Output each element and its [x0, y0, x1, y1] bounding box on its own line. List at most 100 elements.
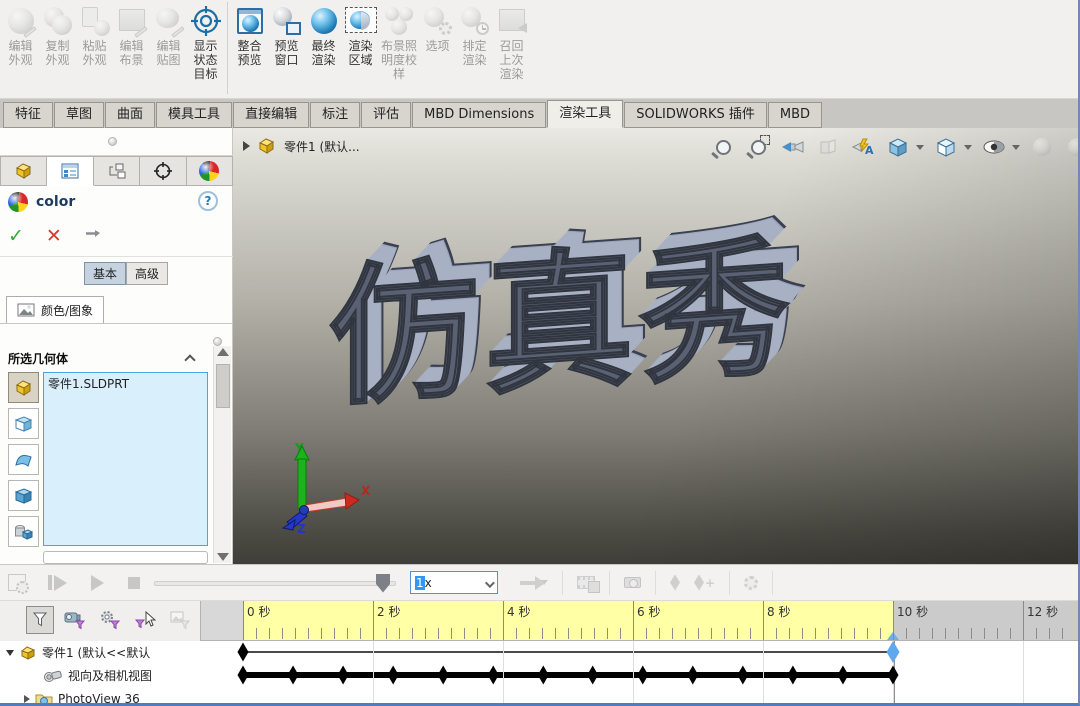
command-tab-1[interactable]: 特征 [3, 102, 53, 128]
tab-color-image[interactable]: 颜色/图象 [6, 296, 104, 323]
ribbon-button-label: 选项 [421, 39, 454, 53]
3d-model-text[interactable]: 仿真秀 [329, 226, 888, 415]
scroll-up-arrow[interactable] [217, 348, 229, 356]
combo-chevron-icon[interactable] [485, 578, 495, 588]
slider-thumb[interactable] [376, 574, 390, 593]
tab-featuremanager[interactable] [0, 156, 47, 186]
ribbon-button-render-region[interactable]: 渲染 区域 [342, 2, 379, 68]
tab-displaymanager[interactable] [187, 156, 233, 186]
command-tab-6[interactable]: 标注 [310, 102, 360, 128]
tab-dimxpertmanager[interactable] [140, 156, 186, 186]
tab-configurationmanager[interactable] [94, 156, 140, 186]
tab-advanced[interactable]: 高级 [126, 262, 168, 285]
key-point[interactable] [538, 666, 549, 685]
key-point[interactable] [587, 666, 598, 685]
key-point[interactable] [687, 666, 698, 685]
dynamic-annotation-views-icon[interactable]: A [850, 134, 876, 160]
key-point[interactable] [888, 666, 899, 685]
scroll-down-arrow[interactable] [217, 553, 229, 561]
integrated-preview-icon [234, 5, 266, 37]
propertymanager-icon [60, 162, 80, 180]
collapse-group-chevron[interactable] [184, 354, 195, 365]
ribbon-button-final-render[interactable]: 最终 渲染 [305, 2, 342, 68]
key-point[interactable] [288, 666, 299, 685]
view-orientation-dropdown-icon[interactable] [916, 145, 924, 150]
pin-icon[interactable] [84, 229, 102, 243]
zoom-to-fit-icon[interactable] [710, 134, 736, 160]
display-style-icon[interactable] [933, 134, 959, 160]
playback-speed-select[interactable]: 1x [410, 571, 498, 594]
panel-scrollbar[interactable] [213, 346, 231, 563]
expand-tree-icon[interactable] [243, 141, 250, 151]
key-point[interactable] [837, 666, 848, 685]
key-point[interactable] [438, 666, 449, 685]
divider [0, 323, 233, 324]
key-point[interactable] [388, 666, 399, 685]
filter-face-button[interactable] [8, 408, 39, 439]
key-point[interactable] [787, 666, 798, 685]
ribbon-button-integrated-preview[interactable]: 整合 预览 [231, 2, 268, 68]
orientation-triad: Y X Z [263, 440, 373, 535]
filter-all-icon[interactable] [26, 606, 54, 634]
selected-geometry-listbox[interactable]: 零件1.SLDPRT [43, 372, 208, 546]
key-point[interactable] [238, 643, 249, 662]
key-point[interactable] [737, 666, 748, 685]
display-style-dropdown-icon[interactable] [964, 145, 972, 150]
key-point[interactable] [338, 666, 349, 685]
zoom-to-area-icon[interactable] [745, 134, 771, 160]
major-tick [763, 601, 764, 640]
expand-icon[interactable] [24, 695, 30, 703]
ribbon-button-preview-window[interactable]: 预览 窗口 [268, 2, 305, 68]
hide-show-items-icon[interactable] [981, 134, 1007, 160]
filter-animated-icon[interactable] [61, 606, 89, 634]
filter-body-button[interactable] [8, 480, 39, 511]
ribbon-button-display-state-target[interactable]: 显示 状态 目标 [187, 2, 224, 82]
key-point[interactable] [637, 666, 648, 685]
selected-key-point[interactable] [887, 641, 900, 663]
panel-splitter-dot[interactable] [108, 137, 117, 146]
track-gridline [1023, 641, 1024, 706]
help-button[interactable]: ? [198, 191, 218, 211]
filter-surface-icon [14, 451, 34, 469]
command-tab-8[interactable]: MBD Dimensions [412, 102, 546, 128]
motion-study-properties-icon [8, 574, 26, 591]
command-tab-2[interactable]: 草图 [54, 102, 104, 128]
view-orientation-icon[interactable] [885, 134, 911, 160]
list-item[interactable]: 零件1.SLDPRT [48, 375, 203, 392]
command-tab-3[interactable]: 曲面 [105, 102, 155, 128]
command-tab-11[interactable]: MBD [768, 102, 822, 128]
feature-tree-flyout[interactable]: 零件1 (默认... [243, 137, 360, 155]
hide-show-items-dropdown-icon[interactable] [1012, 145, 1020, 150]
timeline-ruler[interactable]: 0 秒2 秒4 秒6 秒8 秒10 秒12 秒 [200, 601, 1080, 641]
key-point[interactable] [488, 666, 499, 685]
command-tab-4[interactable]: 模具工具 [156, 102, 232, 128]
collapse-icon[interactable] [6, 650, 14, 656]
filter-surface-button[interactable] [8, 444, 39, 475]
filter-selected-icon[interactable] [131, 606, 159, 634]
autokey-icon [670, 575, 680, 591]
scrollbar-thumb[interactable] [216, 364, 230, 408]
part-name: 零件1 (默认... [284, 138, 360, 155]
tree-row-photoview[interactable]: PhotoView 36 [0, 687, 200, 706]
cancel-button[interactable]: ✕ [46, 226, 62, 246]
graphics-area[interactable]: 零件1 (默认... A 仿 [233, 128, 1078, 564]
secondary-selection-box[interactable] [43, 551, 208, 564]
command-tab-7[interactable]: 评估 [361, 102, 411, 128]
panel-resize-dot[interactable] [213, 337, 222, 346]
tree-row-orientation-camera[interactable]: 视向及相机视图 [0, 664, 200, 687]
tree-row-part[interactable]: 零件1 (默认<<默认 [0, 641, 200, 664]
previous-view-icon[interactable] [780, 134, 806, 160]
timeline-track[interactable] [200, 641, 1080, 706]
triad-x-label: X [361, 484, 371, 498]
command-tab-9[interactable]: 渲染工具 [547, 100, 623, 128]
filter-driving-icon[interactable] [96, 606, 124, 634]
tab-basic[interactable]: 基本 [84, 262, 126, 285]
filter-graphics-body-button[interactable] [8, 516, 39, 547]
command-tab-5[interactable]: 直接编辑 [233, 102, 309, 128]
filter-part-button[interactable] [8, 372, 39, 403]
key-point[interactable] [238, 666, 249, 685]
command-tab-10[interactable]: SOLIDWORKS 插件 [624, 102, 767, 128]
ok-button[interactable]: ✓ [8, 226, 24, 246]
tab-propertymanager[interactable] [47, 156, 93, 186]
playback-speed-slider[interactable] [154, 574, 396, 592]
